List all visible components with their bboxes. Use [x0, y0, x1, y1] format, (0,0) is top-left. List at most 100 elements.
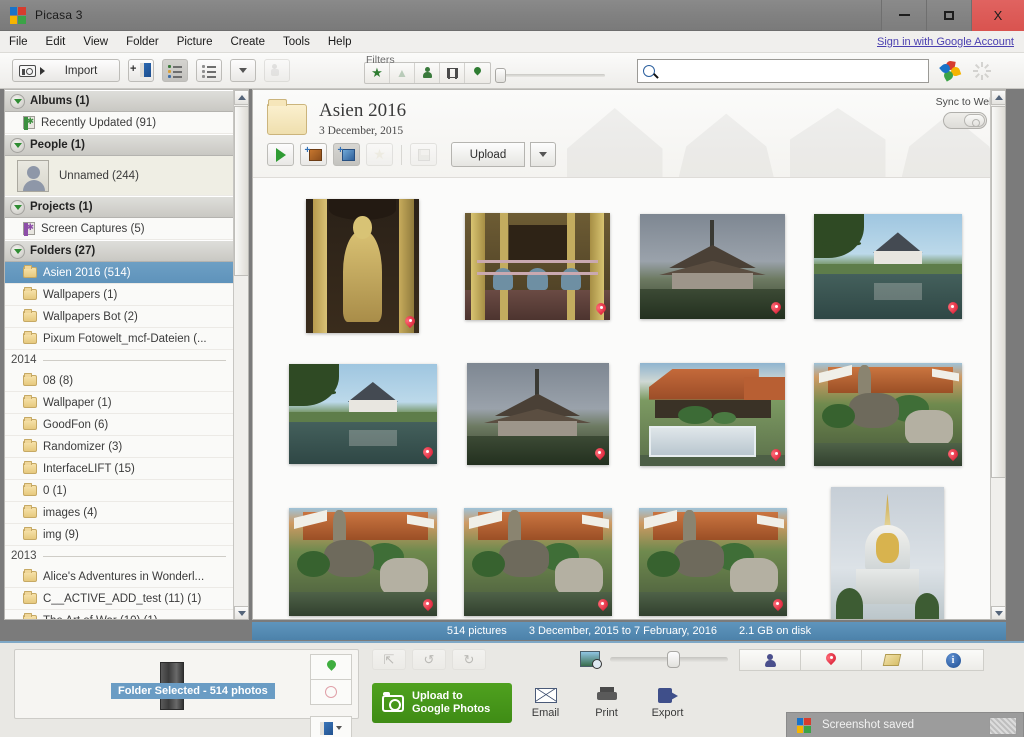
menu-tools[interactable]: Tools [274, 34, 319, 50]
play-slideshow-button[interactable] [267, 143, 294, 166]
content-scrollbar[interactable] [990, 90, 1005, 620]
upload-dropdown-button[interactable] [530, 142, 556, 167]
minimize-button[interactable] [881, 0, 926, 31]
faces-filter-icon[interactable] [415, 63, 440, 83]
thumbnail-cell[interactable] [800, 192, 975, 340]
scrollbar-thumb[interactable] [234, 106, 249, 276]
sidebar-item-img[interactable]: img (9) [5, 524, 234, 546]
thumbnail-cell[interactable] [275, 192, 450, 340]
email-button[interactable]: Email [518, 688, 573, 719]
scrollbar-thumb[interactable] [991, 106, 1006, 478]
scroll-down-button[interactable] [234, 606, 249, 620]
temple-interior-bells-photo[interactable] [465, 213, 610, 320]
thumbnail-cell[interactable] [275, 488, 450, 620]
add-to-album-button[interactable] [310, 716, 352, 737]
collapse-toggle-icon[interactable] [10, 94, 25, 109]
menu-help[interactable]: Help [319, 34, 361, 50]
thumbnail-cell[interactable] [625, 340, 800, 488]
hold-pin-button[interactable] [310, 654, 352, 680]
sidebar-item-wallpapers-bot[interactable]: Wallpapers Bot (2) [5, 306, 234, 328]
star-button[interactable]: ★ [366, 143, 393, 166]
temple-dusk-two-photo[interactable] [467, 363, 609, 465]
geotag-filter-icon[interactable] [465, 63, 490, 83]
rock-garden-three-photo[interactable] [464, 508, 612, 616]
sidebar-item-active-add-test[interactable]: C__ACTIVE_ADD_test (11) (1) [5, 588, 234, 610]
collapse-toggle-icon[interactable] [10, 244, 25, 259]
import-button[interactable]: Import [12, 59, 120, 82]
temple-dusk-photo[interactable] [640, 214, 785, 319]
people-view-button[interactable] [739, 649, 801, 671]
export-button[interactable]: Export [640, 688, 695, 719]
clear-selection-button[interactable] [310, 679, 352, 705]
sidebar-item-alice[interactable]: Alice's Adventures in Wonderl... [5, 566, 234, 588]
star-filter-icon[interactable]: ★ [365, 63, 390, 83]
collapse-toggle-icon[interactable] [10, 138, 25, 153]
places-view-button[interactable] [800, 649, 862, 671]
scroll-up-button[interactable] [991, 90, 1006, 105]
sidebar-item-screen-captures[interactable]: Screen Captures (5) [5, 218, 234, 240]
detail-view-button[interactable] [196, 59, 222, 82]
filter-date-slider[interactable] [495, 68, 605, 82]
thumbnail-cell[interactable] [450, 192, 625, 340]
temple-lake-green-photo[interactable] [289, 364, 437, 464]
thumbnail-cell[interactable] [625, 192, 800, 340]
info-view-button[interactable]: i [922, 649, 984, 671]
thumbnail-cell[interactable] [450, 340, 625, 488]
menu-folder[interactable]: Folder [117, 34, 168, 50]
sidebar-item-randomizer[interactable]: Randomizer (3) [5, 436, 234, 458]
tags-view-button[interactable] [861, 649, 923, 671]
collapse-toggle-icon[interactable] [10, 200, 25, 215]
menu-create[interactable]: Create [221, 34, 274, 50]
slider-thumb[interactable] [495, 68, 506, 83]
rock-garden-four-photo[interactable] [639, 508, 787, 616]
sync-to-web-toggle[interactable] [943, 112, 987, 129]
white-stupa-photo[interactable] [831, 487, 944, 620]
scroll-up-button[interactable] [234, 90, 249, 105]
sidebar-item-interfacelift[interactable]: InterfaceLIFT (15) [5, 458, 234, 480]
search-input[interactable] [661, 65, 928, 77]
view-options-dropdown[interactable] [230, 59, 256, 82]
sidebar-item-goodfon[interactable]: GoodFon (6) [5, 414, 234, 436]
sidebar-item-0[interactable]: 0 (1) [5, 480, 234, 502]
sidebar-item-08[interactable]: 08 (8) [5, 370, 234, 392]
rock-garden-two-photo[interactable] [289, 508, 437, 616]
thumbnail-cell[interactable] [625, 488, 800, 620]
upload-filter-icon[interactable]: ▲ [390, 63, 415, 83]
slideshow-button[interactable] [264, 59, 290, 82]
menu-edit[interactable]: Edit [37, 34, 75, 50]
sidebar-item-art-of-war[interactable]: The Art of War (10) (1) [5, 610, 234, 620]
scroll-down-button[interactable] [991, 606, 1006, 620]
section-folders[interactable]: Folders (27) [5, 240, 234, 262]
sidebar-item-unnamed[interactable]: Unnamed (244) [5, 156, 234, 196]
thumbnail-cell[interactable] [800, 488, 975, 620]
sidebar-scrollbar[interactable] [233, 90, 248, 620]
sidebar-item-images[interactable]: images (4) [5, 502, 234, 524]
search-box[interactable] [637, 59, 929, 83]
zoom-slider[interactable] [610, 657, 728, 662]
upload-button[interactable]: Upload [451, 142, 525, 167]
section-albums[interactable]: Albums (1) [5, 90, 234, 112]
rock-garden-photo[interactable] [814, 363, 962, 466]
slider-thumb[interactable] [667, 651, 680, 668]
google-photos-icon[interactable] [941, 61, 961, 81]
create-movie-button[interactable] [333, 143, 360, 166]
menu-file[interactable]: File [0, 34, 37, 50]
redo-button[interactable]: ↻ [452, 649, 486, 670]
save-button[interactable] [410, 143, 437, 166]
menu-picture[interactable]: Picture [168, 34, 222, 50]
sidebar-item-wallpaper[interactable]: Wallpaper (1) [5, 392, 234, 414]
sign-in-link[interactable]: Sign in with Google Account [877, 36, 1014, 48]
tray-preview-box[interactable]: Folder Selected - 514 photos [14, 649, 359, 719]
close-button[interactable]: X [971, 0, 1024, 31]
menu-view[interactable]: View [74, 34, 117, 50]
create-collage-button[interactable] [300, 143, 327, 166]
screenshot-notification[interactable]: Screenshot saved [786, 712, 1024, 737]
thumbnail-cell[interactable] [450, 488, 625, 620]
sidebar-item-asien-2016[interactable]: Asien 2016 (514) [5, 262, 234, 284]
back-button[interactable]: ⇱ [372, 649, 406, 670]
thumbnail-view-button[interactable] [162, 59, 188, 82]
video-filter-icon[interactable] [440, 63, 465, 83]
sidebar-item-pixum-fotowelt[interactable]: Pixum Fotowelt_mcf-Dateien (... [5, 328, 234, 350]
temple-fountain-photo[interactable] [640, 363, 785, 466]
undo-button[interactable]: ↺ [412, 649, 446, 670]
